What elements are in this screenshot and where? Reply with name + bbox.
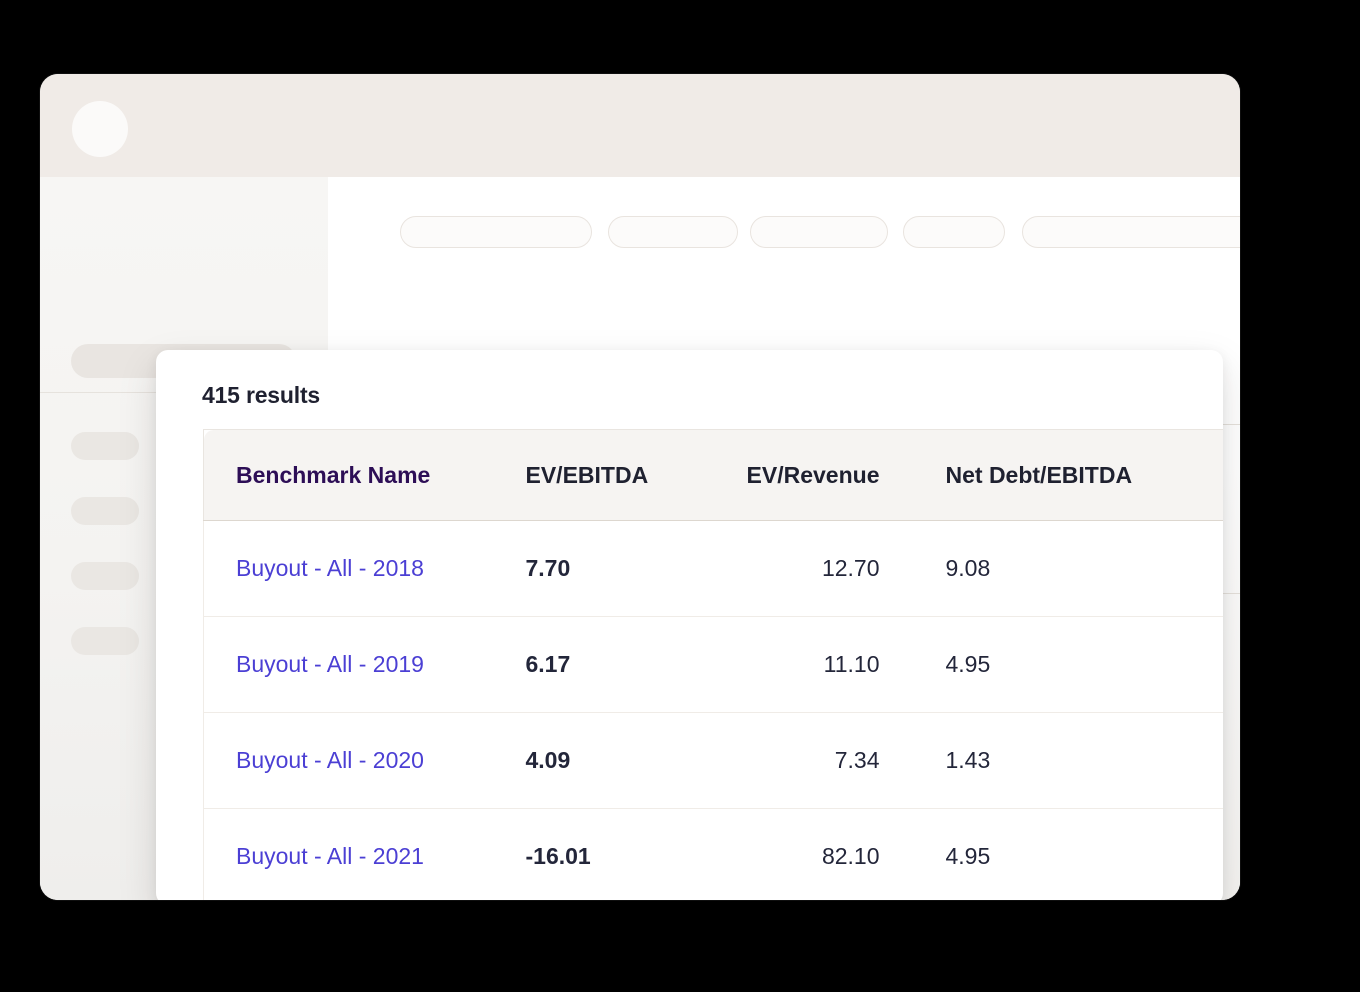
cell-net-debt-ebitda: 4.95 bbox=[945, 843, 991, 870]
table-row[interactable]: Buyout - All - 2020 4.09 7.34 1.43 bbox=[203, 712, 1223, 809]
cell-ev-revenue: 12.70 bbox=[693, 520, 914, 617]
sidebar-item-placeholder[interactable] bbox=[71, 562, 139, 590]
cell-benchmark-name: Buyout - All - 2021 bbox=[203, 808, 494, 900]
benchmark-link[interactable]: Buyout - All - 2018 bbox=[236, 555, 424, 581]
cell-ev-revenue: 7.34 bbox=[693, 712, 914, 809]
benchmark-link[interactable]: Buyout - All - 2021 bbox=[236, 843, 424, 869]
table-row[interactable]: Buyout - All - 2018 7.70 12.70 9.08 bbox=[203, 520, 1223, 617]
cell-ev-ebitda: 6.17 bbox=[493, 616, 694, 713]
sidebar-item-placeholder[interactable] bbox=[71, 497, 139, 525]
browser-chrome-bar bbox=[40, 74, 1240, 224]
filter-pill-placeholder[interactable] bbox=[750, 216, 888, 248]
cell-net-debt-ebitda: 1.43 bbox=[913, 712, 1223, 809]
table-header-row: Benchmark Name EV/EBITDA EV/Revenue Net … bbox=[203, 429, 1223, 521]
filter-pill-placeholder[interactable] bbox=[903, 216, 1005, 248]
table-body: Buyout - All - 2018 7.70 12.70 9.08 Buyo… bbox=[203, 520, 1224, 900]
cell-ev-revenue: 11.10 bbox=[693, 616, 914, 713]
filter-pill-placeholder[interactable] bbox=[1022, 216, 1240, 248]
cell-ev-ebitda: -16.01 bbox=[525, 843, 591, 870]
cell-benchmark-name: Buyout - All - 2020 bbox=[203, 712, 494, 809]
table-row[interactable]: Buyout - All - 2019 6.17 11.10 4.95 bbox=[203, 616, 1223, 713]
filter-pill-placeholder[interactable] bbox=[608, 216, 738, 248]
column-header-net-debt-ebitda[interactable]: Net Debt/EBITDA bbox=[913, 429, 1223, 521]
user-avatar[interactable] bbox=[72, 101, 128, 157]
results-count-label: 415 results bbox=[202, 382, 320, 408]
column-header-ev-revenue[interactable]: EV/Revenue bbox=[693, 429, 914, 521]
filter-pill-placeholder[interactable] bbox=[400, 216, 592, 248]
sidebar-item-placeholder[interactable] bbox=[71, 432, 139, 460]
cell-net-debt-ebitda: 4.95 bbox=[913, 616, 1223, 713]
cell-ev-revenue: 82.10 bbox=[821, 843, 880, 870]
benchmark-link[interactable]: Buyout - All - 2019 bbox=[236, 651, 424, 677]
column-header-benchmark-name[interactable]: Benchmark Name bbox=[203, 429, 494, 521]
screenshot-stage: 415 results Benchmark Name EV/EBITDA EV/… bbox=[0, 0, 1360, 992]
cell-ev-ebitda: 7.70 bbox=[493, 520, 694, 617]
cell-net-debt-ebitda: 9.08 bbox=[913, 520, 1223, 617]
results-card: 415 results Benchmark Name EV/EBITDA EV/… bbox=[156, 350, 1223, 900]
cell-benchmark-name: Buyout - All - 2018 bbox=[203, 520, 494, 617]
column-header-ev-ebitda[interactable]: EV/EBITDA bbox=[493, 429, 694, 521]
cell-benchmark-name: Buyout - All - 2019 bbox=[203, 616, 494, 713]
table-header: Benchmark Name EV/EBITDA EV/Revenue Net … bbox=[203, 429, 1223, 521]
table-row[interactable]: Buyout - All - 2021 -16.01 82.10 4.95 bbox=[203, 808, 1224, 900]
cell-ev-ebitda: 4.09 bbox=[493, 712, 694, 809]
benchmark-results-table: Benchmark Name EV/EBITDA EV/Revenue Net … bbox=[203, 429, 1223, 900]
benchmark-link[interactable]: Buyout - All - 2020 bbox=[236, 747, 424, 773]
sidebar-item-placeholder[interactable] bbox=[71, 627, 139, 655]
browser-window: 415 results Benchmark Name EV/EBITDA EV/… bbox=[40, 74, 1240, 900]
